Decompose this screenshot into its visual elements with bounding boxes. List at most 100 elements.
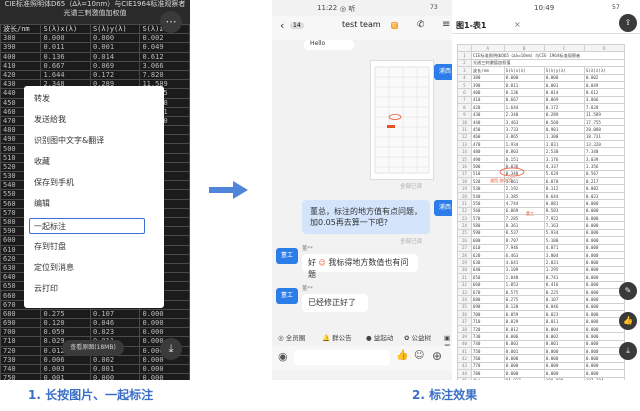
input-bar: ◉ 👍 ☺ ⊕ <box>272 346 462 370</box>
thumbs-up-icon[interactable]: 👍 <box>619 312 637 330</box>
share-icon[interactable]: ⇪ <box>619 14 637 32</box>
annotation-overlay: 浦西 加0.05 董工 <box>490 167 534 216</box>
table-cell: 7.820 <box>139 69 190 81</box>
table-cell: 0.059 <box>40 327 91 338</box>
annotation-circle[interactable] <box>499 167 525 177</box>
table-cell: 690 <box>0 317 42 329</box>
add-icon[interactable]: ⊕ <box>432 349 442 363</box>
boss-name: 董** <box>302 246 314 252</box>
back-icon[interactable]: ‹ <box>280 19 284 32</box>
table-cell: 0.049 <box>139 42 190 53</box>
menu-item-save-to-drive[interactable]: 存到钉盘 <box>34 242 66 252</box>
toolbar-label: 公益树 <box>411 334 432 342</box>
sheet-title-line1: CIE标准照明体D65（Δλ=10nm）与CIE1964标准观察者 <box>4 0 186 8</box>
table-cell: 0.001 <box>40 373 91 380</box>
draw-icon[interactable]: ✎ <box>619 282 637 300</box>
table-row: 410 0.667 0.069 3.066 <box>0 60 190 71</box>
boss-avatar: 董工 <box>276 248 298 264</box>
menu-item-send-to-me[interactable]: 发送给我 <box>34 115 66 125</box>
table-cell: 0.107 <box>89 308 141 320</box>
chat-header: ‹ 14 test team 钉 ✆ ≡ <box>272 16 462 40</box>
message-quote: 好 ☺ 我标得地方数值也有问题 <box>302 254 418 279</box>
table-cell: 680 <box>0 308 42 320</box>
view-original-button[interactable]: 查看原图(18MB) <box>62 340 124 356</box>
toolbar-label: 益起动 <box>373 334 394 342</box>
status-bar: 11:22 ◎ 听 73 <box>272 0 462 16</box>
annotation-label[interactable]: 董工 <box>526 210 534 216</box>
table-cell: 0.000 <box>139 317 190 329</box>
table-cell: 0.275 <box>40 308 91 320</box>
table-cell: 0.001 <box>89 363 141 375</box>
download-icon[interactable]: ⤓ <box>619 342 637 360</box>
read-status: 全部已读 <box>400 239 423 245</box>
table-cell: 0.000 <box>139 363 190 375</box>
table-row: 730 0.006 0.002 0.000 <box>0 354 190 365</box>
table-row: 380 0.000 0.000 0.002 <box>0 33 190 44</box>
table-cell: 0.002 <box>139 33 190 44</box>
menu-item-locate-message[interactable]: 定位到消息 <box>34 263 74 273</box>
menu-item-edit[interactable]: 编辑 <box>34 199 50 209</box>
table-cell: 0.023 <box>89 327 141 338</box>
menu-item-save-to-phone[interactable]: 保存到手机 <box>34 178 74 188</box>
table-row: 420 1.644 0.172 7.820 <box>0 69 190 81</box>
message-question: 董总，标注的地方值有点问题，加0.05再去算一下吧? <box>302 200 430 234</box>
menu-item-cloud-print[interactable]: 云打印 <box>34 284 58 294</box>
table-cell: 0.136 <box>40 51 91 62</box>
table-cell: 390 <box>0 42 42 53</box>
table-cell: 710 <box>0 336 42 347</box>
image-message-thumbnail[interactable] <box>370 60 434 180</box>
toolbar-charity-tree[interactable]: ✿ 公益树 <box>404 332 431 342</box>
menu-item-ocr-translate[interactable]: 识别图中文字&翻译 <box>34 136 104 146</box>
table-cell: 0.069 <box>89 60 141 71</box>
header-cell: S(λ)x(λ) <box>40 23 91 35</box>
menu-item-annotate-together[interactable]: 一起标注 <box>29 218 145 234</box>
table-cell: 0.000 <box>89 373 141 380</box>
arrow-right-icon <box>209 181 248 199</box>
panel-long-press-menu: CIE标准照明体D65（Δλ=10nm）与CIE1964标准观察者 光谱三刺激值… <box>0 0 190 380</box>
table-cell: 750 <box>0 373 42 380</box>
toolbar-yiqidong[interactable]: ● 益起动 <box>366 332 393 342</box>
menu-item-favorite[interactable]: 收藏 <box>34 157 50 167</box>
toolbar-all-staff[interactable]: ◎ 全员圈 <box>278 332 305 342</box>
boss-name: 董** <box>302 286 314 292</box>
thumbs-up-icon[interactable]: 👍 <box>396 350 408 361</box>
table-cell: 420 <box>0 69 42 81</box>
table-cell: 0.001 <box>89 42 141 53</box>
annotation-label[interactable]: 浦西 加0.05 <box>490 177 513 183</box>
voice-icon[interactable]: ◉ <box>278 350 288 363</box>
panel-chat: 11:22 ◎ 听 73 ‹ 14 test team 钉 ✆ ≡ Hello … <box>272 0 462 380</box>
table-cell: 0.612 <box>139 51 190 62</box>
table-cell: 0.172 <box>89 69 141 81</box>
table-cell: 0.000 <box>139 327 190 338</box>
table-row: 750 0.001 0.000 0.000 <box>0 373 190 380</box>
table-cell: 0.000 <box>40 33 91 44</box>
message-input[interactable] <box>294 350 390 365</box>
smile-icon: ☺ <box>318 259 326 267</box>
table-cell: 730 <box>0 354 42 365</box>
header-cell: 波长/nm <box>0 23 42 35</box>
table-cell: 700 <box>0 327 42 338</box>
menu-icon[interactable]: ≡ <box>442 19 450 30</box>
table-cell: 0.011 <box>40 42 91 53</box>
emoji-icon[interactable]: ☺ <box>414 350 424 361</box>
quote-prefix: 好 <box>308 258 316 267</box>
table-cell: 3.066 <box>139 60 190 71</box>
menu-item-forward[interactable]: 转发 <box>34 94 50 104</box>
table-cell: 0.120 <box>40 317 91 329</box>
table-cell: 400 <box>0 51 42 62</box>
panel-annotation-result: 10:49 57 图1-表1 × A B C D 1 CIE标准照明体D65（Δ… <box>452 0 640 380</box>
table-cell: 0.667 <box>40 60 91 71</box>
table-cell: 0.000 <box>139 308 190 320</box>
toolbar-announcement[interactable]: 🔔 群公告 <box>322 332 352 342</box>
long-press-menu: 转发 发送给我 识别图中文字&翻译 收藏 保存到手机 编辑 一起标注 存到钉盘 … <box>24 86 164 308</box>
battery-level: 73 <box>430 4 438 11</box>
more-icon[interactable]: ⋯ <box>160 11 182 33</box>
status-extra: ◎ 听 <box>340 5 356 13</box>
unread-badge: 14 <box>290 22 304 29</box>
message-done: 已经修正好了 <box>302 294 368 312</box>
download-icon[interactable]: ⤓ <box>160 338 182 360</box>
table-cell: 0.014 <box>89 51 141 62</box>
table-cell: 740 <box>0 363 42 375</box>
toolbar-label: 全员圈 <box>285 334 306 342</box>
phone-icon[interactable]: ✆ <box>417 20 425 30</box>
